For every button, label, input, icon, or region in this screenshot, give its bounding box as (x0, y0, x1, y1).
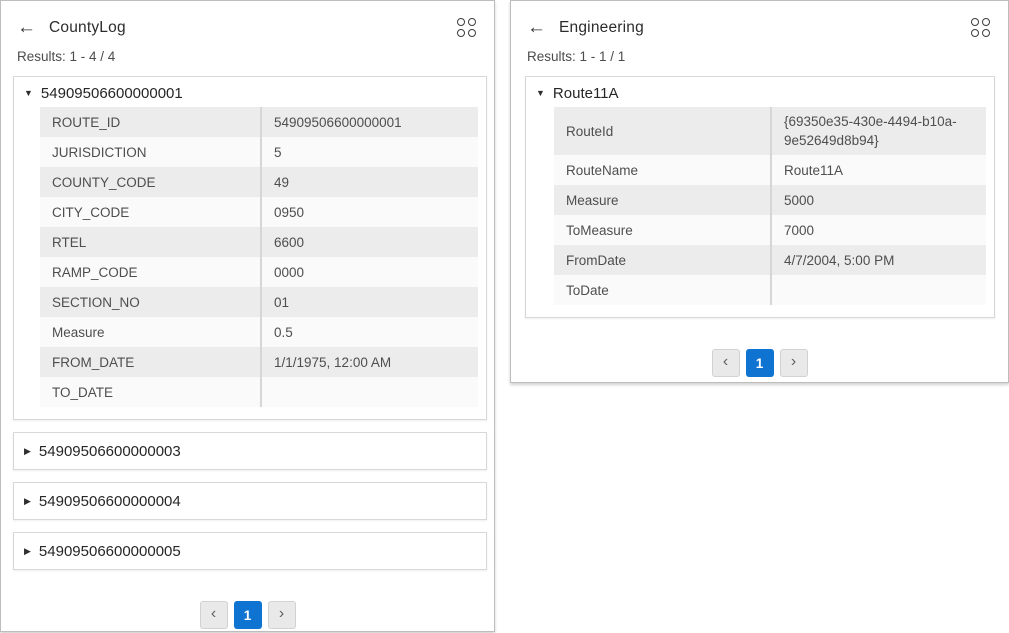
attribute-row: ToDate (554, 275, 986, 305)
countylog-header: ← CountyLog Results: 1 - 4 / 4 (1, 1, 494, 64)
attribute-value: 1/1/1975, 12:00 AM (260, 347, 478, 377)
feature-card-title: Route11A (553, 85, 619, 102)
feature-card-collapsed[interactable]: ▶ 54909506600000005 (13, 532, 487, 570)
attribute-value: 0.5 (260, 317, 478, 347)
attribute-row: SECTION_NO01 (40, 287, 478, 317)
attribute-row: Measure5000 (554, 185, 986, 215)
caret-right-icon: ▶ (24, 447, 31, 456)
chevron-left-icon: ‹ (211, 605, 216, 623)
attribute-value: 01 (260, 287, 478, 317)
current-page-button[interactable]: 1 (746, 349, 774, 377)
attribute-label: RAMP_CODE (40, 257, 260, 287)
attribute-value: 54909506600000001 (260, 107, 478, 137)
attribute-value: 4/7/2004, 5:00 PM (770, 245, 986, 275)
feature-card-header[interactable]: ▼ Route11A (526, 77, 994, 107)
attribute-label: RouteName (554, 155, 770, 185)
pagination: ‹ 1 › (1, 601, 494, 629)
attribute-table: ROUTE_ID54909506600000001 JURISDICTION5 … (40, 107, 478, 407)
attribute-value: 5 (260, 137, 478, 167)
feature-card-title: 54909506600000004 (39, 493, 181, 510)
attribute-row: ROUTE_ID54909506600000001 (40, 107, 478, 137)
feature-card-title: 54909506600000003 (39, 443, 181, 460)
attribute-value (260, 377, 478, 407)
feature-card-collapsed[interactable]: ▶ 54909506600000003 (13, 432, 487, 470)
previous-page-button[interactable]: ‹ (200, 601, 228, 629)
previous-page-button[interactable]: ‹ (712, 349, 740, 377)
attribute-row: COUNTY_CODE49 (40, 167, 478, 197)
attribute-value: 0000 (260, 257, 478, 287)
attribute-table: RouteId{69350e35-430e-4494-b10a-9e52649d… (554, 107, 986, 305)
chevron-left-icon: ‹ (723, 353, 728, 371)
apps-grid-icon[interactable] (455, 16, 478, 39)
feature-card-expanded: ▼ Route11A RouteId{69350e35-430e-4494-b1… (525, 76, 995, 318)
back-icon[interactable]: ← (17, 18, 36, 37)
caret-down-icon: ▼ (536, 89, 545, 98)
attribute-row: RAMP_CODE0000 (40, 257, 478, 287)
caret-right-icon: ▶ (24, 547, 31, 556)
attribute-row: FromDate4/7/2004, 5:00 PM (554, 245, 986, 275)
panel-title: Engineering (559, 19, 644, 37)
feature-card-expanded: ▼ 54909506600000001 ROUTE_ID549095066000… (13, 76, 487, 420)
attribute-value: 7000 (770, 215, 986, 245)
attribute-row: RouteNameRoute11A (554, 155, 986, 185)
attribute-value: 49 (260, 167, 478, 197)
chevron-right-icon: › (279, 605, 284, 623)
attribute-label: FROM_DATE (40, 347, 260, 377)
caret-down-icon: ▼ (24, 89, 33, 98)
attribute-value: Route11A (770, 155, 986, 185)
page: ← CountyLog Results: 1 - 4 / 4 ▼ 5490950… (0, 0, 1009, 633)
attribute-label: SECTION_NO (40, 287, 260, 317)
feature-card-title: 54909506600000005 (39, 543, 181, 560)
next-page-button[interactable]: › (268, 601, 296, 629)
current-page-button[interactable]: 1 (234, 601, 262, 629)
pagination: ‹ 1 › (511, 349, 1008, 377)
back-icon[interactable]: ← (527, 18, 546, 37)
attribute-value (770, 275, 986, 305)
feature-card-title: 54909506600000001 (41, 85, 183, 102)
attribute-row: Measure0.5 (40, 317, 478, 347)
attribute-value: 6600 (260, 227, 478, 257)
attribute-value: {69350e35-430e-4494-b10a-9e52649d8b94} (770, 107, 986, 155)
next-page-button[interactable]: › (780, 349, 808, 377)
results-count: Results: 1 - 1 / 1 (527, 49, 992, 64)
attribute-value: 5000 (770, 185, 986, 215)
attribute-row: TO_DATE (40, 377, 478, 407)
results-count: Results: 1 - 4 / 4 (17, 49, 478, 64)
apps-grid-icon[interactable] (969, 16, 992, 39)
chevron-right-icon: › (791, 353, 796, 371)
attribute-value: 0950 (260, 197, 478, 227)
attribute-label: Measure (40, 317, 260, 347)
attribute-label: JURISDICTION (40, 137, 260, 167)
engineering-header: ← Engineering Results: 1 - 1 / 1 (511, 1, 1008, 64)
attribute-label: TO_DATE (40, 377, 260, 407)
caret-right-icon: ▶ (24, 497, 31, 506)
attribute-label: ToMeasure (554, 215, 770, 245)
attribute-label: RTEL (40, 227, 260, 257)
attribute-label: ROUTE_ID (40, 107, 260, 137)
attribute-label: FromDate (554, 245, 770, 275)
attribute-row: CITY_CODE0950 (40, 197, 478, 227)
attribute-label: RouteId (554, 107, 770, 155)
attribute-label: Measure (554, 185, 770, 215)
feature-card-header[interactable]: ▼ 54909506600000001 (14, 77, 486, 107)
attribute-row: FROM_DATE1/1/1975, 12:00 AM (40, 347, 478, 377)
attribute-row: ToMeasure7000 (554, 215, 986, 245)
countylog-panel: ← CountyLog Results: 1 - 4 / 4 ▼ 5490950… (0, 0, 495, 632)
attribute-row: JURISDICTION5 (40, 137, 478, 167)
engineering-panel: ← Engineering Results: 1 - 1 / 1 ▼ Route… (510, 0, 1009, 383)
attribute-label: ToDate (554, 275, 770, 305)
attribute-label: COUNTY_CODE (40, 167, 260, 197)
feature-card-collapsed[interactable]: ▶ 54909506600000004 (13, 482, 487, 520)
attribute-label: CITY_CODE (40, 197, 260, 227)
attribute-row: RTEL6600 (40, 227, 478, 257)
attribute-row: RouteId{69350e35-430e-4494-b10a-9e52649d… (554, 107, 986, 155)
panel-title: CountyLog (49, 19, 126, 37)
